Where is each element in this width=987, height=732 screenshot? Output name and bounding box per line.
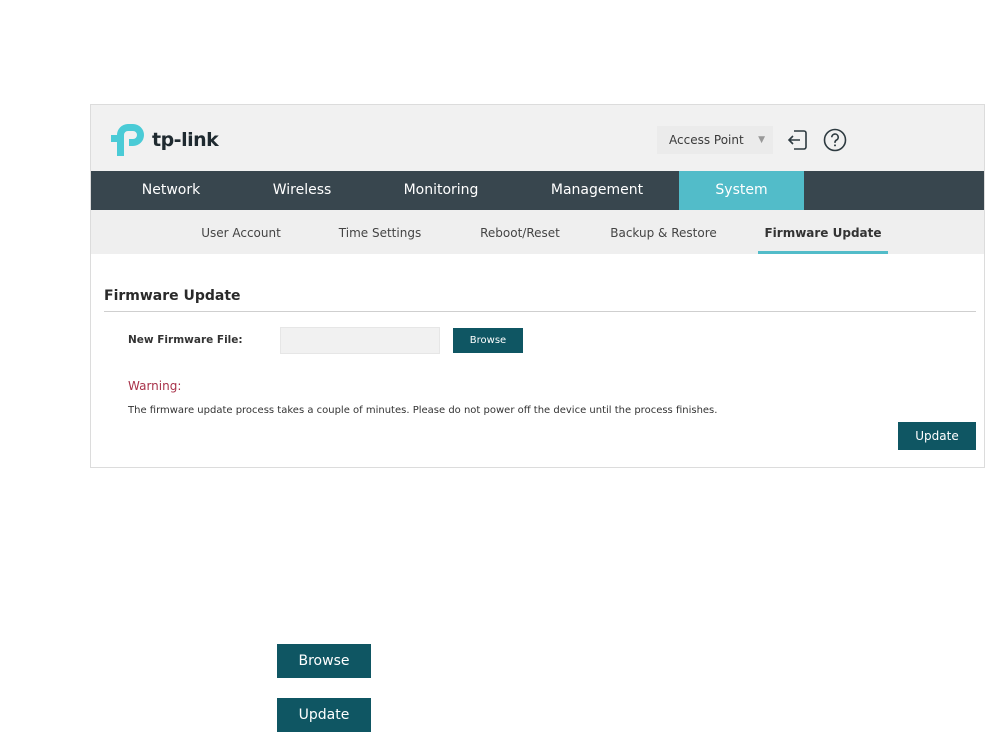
section-title: Firmware Update [104,288,241,304]
nav-network[interactable]: Network [121,171,221,210]
nav-monitoring[interactable]: Monitoring [386,171,496,210]
help-icon[interactable] [823,128,847,152]
tab-time-settings[interactable]: Time Settings [329,210,431,254]
browse-button-legend[interactable]: Browse [277,644,371,678]
update-button[interactable]: Update [898,422,976,450]
firmware-file-field[interactable] [280,327,440,354]
tab-user-account[interactable]: User Account [189,210,293,254]
tab-firmware-update[interactable]: Firmware Update [758,210,888,254]
logout-icon[interactable] [785,128,809,152]
section-divider [104,311,976,312]
tab-reboot-reset[interactable]: Reboot/Reset [469,210,571,254]
nav-system[interactable]: System [679,171,804,210]
tp-link-logo: tp-link [111,121,219,159]
mode-select-value: Access Point [669,133,744,147]
logo-text: tp-link [152,129,219,151]
update-button-legend[interactable]: Update [277,698,371,732]
warning-text: The firmware update process takes a coup… [128,405,718,416]
tp-link-logo-mark [111,124,144,156]
browse-button[interactable]: Browse [453,328,523,353]
app-window: tp-link Access Point ▼ Network Wireless … [90,104,985,468]
chevron-down-icon: ▼ [758,135,765,145]
warning-label: Warning: [128,379,182,393]
header-bar: tp-link Access Point ▼ [91,105,984,171]
sub-nav: User Account Time Settings Reboot/Reset … [91,210,984,254]
new-firmware-file-label: New Firmware File: [128,334,243,346]
mode-select[interactable]: Access Point ▼ [657,126,773,154]
tab-backup-restore[interactable]: Backup & Restore [601,210,726,254]
nav-management[interactable]: Management [531,171,663,210]
main-nav: Network Wireless Monitoring Management S… [91,171,984,210]
nav-wireless[interactable]: Wireless [251,171,353,210]
